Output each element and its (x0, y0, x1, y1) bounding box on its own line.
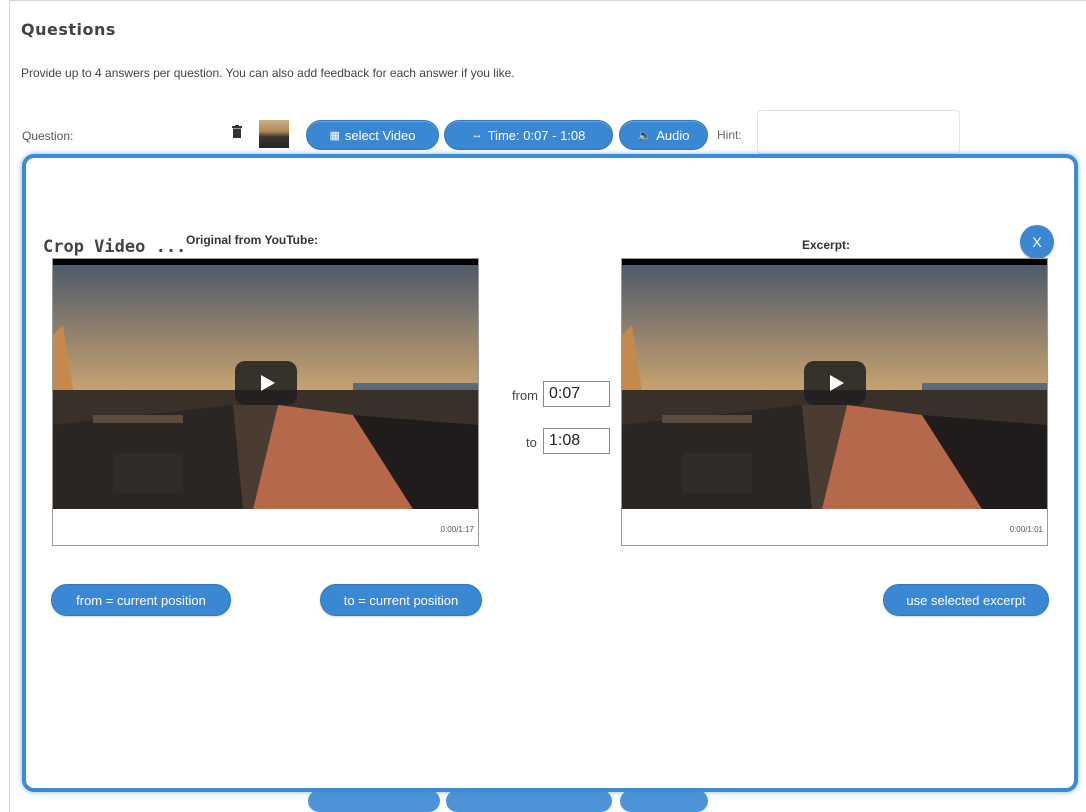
play-button[interactable] (804, 361, 866, 405)
hint-label: Hint: (717, 128, 742, 142)
page: Questions Provide up to 4 answers per qu… (0, 0, 1086, 812)
section-title: Questions (21, 20, 116, 39)
play-icon (260, 375, 275, 391)
time-label: Time: 0:07 - 1:08 (487, 127, 586, 143)
to-label: to (526, 435, 537, 450)
ghost-button (620, 790, 708, 812)
original-video-player[interactable]: 0:00/1:17 (52, 258, 479, 546)
excerpt-label: Excerpt: (802, 238, 851, 252)
question-label: Question: (22, 129, 74, 143)
intro-text: Provide up to 4 answers per question. Yo… (21, 66, 515, 80)
ghost-button (308, 790, 440, 812)
trash-icon[interactable] (232, 125, 242, 138)
ghost-button (446, 790, 612, 812)
play-icon (829, 375, 844, 391)
time-readout: 0:00/1:01 (1009, 525, 1043, 534)
time-readout: 0:00/1:17 (440, 525, 474, 534)
crop-video-dialog: Crop Video ... Original from YouTube: Ex… (22, 154, 1078, 792)
from-current-position-button[interactable]: from = current position (51, 584, 231, 616)
speaker-icon: 🔈 (637, 129, 652, 142)
select-video-button[interactable]: ▦ select Video (306, 120, 439, 150)
close-icon: X (1032, 234, 1042, 250)
select-video-label: select Video (344, 127, 416, 143)
video-thumbnail[interactable] (259, 120, 289, 148)
audio-button[interactable]: 🔈 Audio (619, 120, 708, 150)
from-input[interactable] (543, 381, 610, 407)
original-label: Original from YouTube: (186, 233, 318, 247)
video-frame[interactable] (622, 259, 1047, 509)
time-button[interactable]: ↔ Time: 0:07 - 1:08 (444, 120, 613, 150)
player-controls: 0:00/1:17 (53, 509, 478, 545)
from-label: from (512, 388, 538, 403)
question-row: Question: ▦ select Video ↔ Time: 0:07 - … (0, 110, 1086, 154)
video-frame[interactable] (53, 259, 478, 509)
arrows-horizontal-icon: ↔ (471, 129, 483, 141)
hint-input[interactable] (757, 110, 960, 154)
use-selected-excerpt-button[interactable]: use selected excerpt (883, 584, 1049, 616)
film-icon: ▦ (329, 129, 340, 142)
to-input[interactable] (543, 428, 610, 454)
to-current-position-button[interactable]: to = current position (320, 584, 482, 616)
audio-label: Audio (656, 127, 690, 143)
play-button[interactable] (235, 361, 297, 405)
close-button[interactable]: X (1020, 225, 1054, 259)
dialog-title: Crop Video ... (43, 237, 187, 257)
excerpt-video-player[interactable]: 0:00/1:01 (621, 258, 1048, 546)
player-controls: 0:00/1:01 (622, 509, 1047, 545)
